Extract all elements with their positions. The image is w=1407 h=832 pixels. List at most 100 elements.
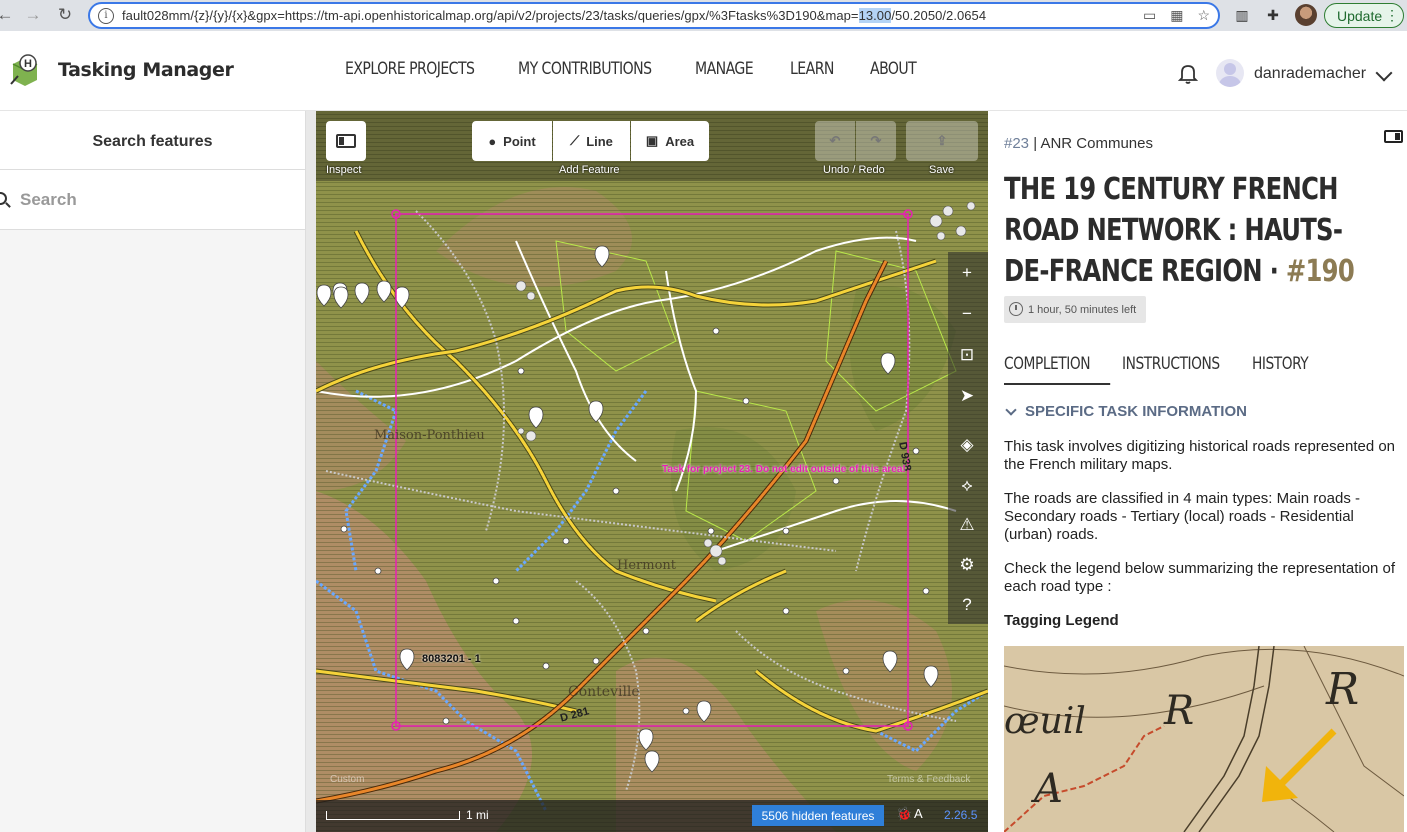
app-header: H Tasking Manager EXPLORE PROJECTS MY CO…	[0, 31, 1407, 111]
area-icon: ▣	[645, 133, 659, 148]
search-input[interactable]: Search	[20, 190, 77, 210]
save-button[interactable]: ⇪	[906, 121, 978, 161]
inspect-label: Inspect	[326, 164, 362, 176]
tab-history[interactable]: HISTORY	[1252, 354, 1309, 385]
specific-task-info-toggle[interactable]: SPECIFIC TASK INFORMATION	[1004, 403, 1247, 420]
clock-icon	[1009, 302, 1023, 316]
terms-feedback-link[interactable]: Terms & Feedback	[887, 774, 970, 785]
add-line-button[interactable]: ⟋ Line	[553, 121, 630, 161]
issues-icon[interactable]: ⚠	[956, 514, 978, 536]
tab-instructions[interactable]: INSTRUCTIONS	[1122, 354, 1239, 385]
add-feature-label: Add Feature	[559, 164, 620, 176]
nav-manage[interactable]: MANAGE	[695, 59, 754, 79]
geolocate-icon[interactable]: ➤	[956, 385, 978, 407]
translate-icon[interactable]: A	[914, 806, 923, 821]
save-label: Save	[929, 164, 955, 176]
inspect-button[interactable]	[326, 121, 366, 161]
map-controls: + − ⊡ ➤ ◈ ⟡ ⚠ ⚙ ?	[948, 252, 988, 624]
help-icon[interactable]: ?	[956, 594, 978, 616]
feature-tag[interactable]: 8083201 - 1	[422, 653, 481, 665]
point-icon: ●	[488, 133, 497, 149]
tagging-legend-image: œuil R R A	[1004, 646, 1404, 832]
upload-icon: ⇪	[936, 133, 948, 148]
brand-name[interactable]: Tasking Manager	[58, 59, 234, 81]
nav-my-contributions[interactable]: MY CONTRIBUTIONS	[518, 59, 652, 79]
svg-text:H: H	[24, 58, 32, 70]
bookmark-star-icon[interactable]: ☆	[1197, 7, 1210, 24]
qr-icon[interactable]: ▦	[1170, 7, 1183, 24]
nav-about[interactable]: ABOUT	[870, 59, 917, 79]
attribution-custom[interactable]: Custom	[330, 774, 364, 785]
extension-icon[interactable]: ▥	[1232, 5, 1252, 25]
url-text[interactable]: fault028mm/{z}/{y}/{x}&gpx=https://tm-ap…	[122, 8, 986, 23]
instructions-paragraph: The roads are classified in 4 main types…	[1004, 490, 1360, 543]
search-icon	[0, 192, 7, 205]
place-label: Conteville	[568, 684, 640, 700]
search-panel-title: Search features	[0, 111, 305, 170]
undo-redo-label: Undo / Redo	[823, 164, 885, 176]
undo-button[interactable]: ↶	[815, 121, 855, 161]
project-id-link[interactable]: #23	[1004, 135, 1029, 152]
forward-icon[interactable]: →	[20, 2, 46, 28]
add-area-button[interactable]: ▣ Area	[631, 121, 709, 161]
place-label: Hermont	[617, 558, 676, 573]
scale-label: 1 mi	[466, 808, 489, 822]
legend-label: A	[1034, 766, 1063, 812]
user-avatar[interactable]	[1216, 59, 1244, 87]
line-icon: ⟋	[570, 133, 580, 148]
instructions-paragraph: This task involves digitizing historical…	[1004, 438, 1396, 473]
zoom-out-icon[interactable]: −	[956, 303, 978, 325]
legend-label: œuil	[1004, 701, 1086, 742]
preferences-icon[interactable]: ⚙	[956, 554, 978, 576]
legend-title: Tagging Legend	[1004, 612, 1119, 629]
hidden-features-badge[interactable]: 5506 hidden features	[752, 805, 884, 826]
address-bar[interactable]: i fault028mm/{z}/{y}/{x}&gpx=https://tm-…	[88, 2, 1220, 29]
puzzle-icon[interactable]: ✚	[1263, 5, 1283, 25]
feature-search-panel: Search features Search	[0, 111, 316, 832]
sidebar-toggle-icon	[336, 134, 356, 148]
time-left-badge: 1 hour, 50 minutes left	[1004, 296, 1146, 323]
nav-learn[interactable]: LEARN	[790, 59, 834, 79]
legend-label: R	[1164, 688, 1195, 734]
zoom-in-icon[interactable]: +	[956, 262, 978, 284]
instructions-paragraph: Check the legend below summarizing the r…	[1004, 560, 1396, 595]
task-number: #190	[1285, 254, 1355, 289]
legend-label: R	[1326, 664, 1360, 715]
task-title: THE 19 CENTURY FRENCH ROAD NETWORK : HAU…	[1004, 169, 1360, 292]
bug-report-icon[interactable]: 🐞	[896, 806, 912, 822]
tab-completion[interactable]: COMPLETION	[1004, 354, 1111, 385]
background-layers-icon[interactable]: ◈	[956, 434, 978, 456]
project-line: #23 | ANR Communes	[1004, 135, 1153, 152]
map-editor[interactable]: Conteville Hermont Maison-Ponthieu D 281…	[316, 111, 988, 832]
redo-button[interactable]: ↷	[856, 121, 896, 161]
site-info-icon[interactable]: i	[98, 7, 114, 24]
username[interactable]: danrademacher	[1254, 65, 1366, 83]
search-feature-box[interactable]: Search	[0, 170, 305, 230]
redo-icon: ↷	[870, 133, 882, 148]
user-menu-chevron-icon[interactable]	[1375, 64, 1393, 82]
panel-toggle-icon[interactable]	[1384, 130, 1403, 143]
nav-explore-projects[interactable]: EXPLORE PROJECTS	[345, 59, 475, 79]
back-icon[interactable]: ←	[0, 2, 18, 28]
add-point-button[interactable]: ● Point	[472, 121, 552, 161]
undo-icon: ↶	[829, 133, 841, 148]
task-panel: #23 | ANR Communes THE 19 CENTURY FRENCH…	[988, 111, 1407, 832]
version-label[interactable]: 2.26.5	[944, 808, 977, 822]
project-name: ANR Communes	[1040, 135, 1153, 152]
place-label: Maison-Ponthieu	[374, 428, 485, 443]
reload-icon[interactable]: ↻	[52, 2, 78, 28]
map-data-icon[interactable]: ⟡	[956, 475, 978, 497]
profile-avatar[interactable]	[1295, 4, 1317, 26]
browser-toolbar: ← → ↻ i fault028mm/{z}/{y}/{x}&gpx=https…	[0, 0, 1407, 31]
panel-resizer[interactable]	[305, 111, 316, 832]
scale-bar[interactable]	[326, 811, 460, 820]
notification-bell-icon[interactable]	[1178, 63, 1198, 85]
task-tabs: COMPLETION INSTRUCTIONS HISTORY	[1004, 354, 1314, 385]
update-button[interactable]: Update ⋮	[1324, 3, 1404, 28]
chevron-down-icon	[1005, 403, 1017, 416]
tasking-manager-logo[interactable]: H	[8, 54, 42, 88]
menu-dots-icon[interactable]: ⋮	[1385, 7, 1399, 24]
zoom-to-selection-icon[interactable]: ⊡	[956, 344, 978, 366]
task-boundary-label: Task for project 23. Do not edit outside…	[662, 464, 906, 475]
cast-icon[interactable]: ▭	[1143, 7, 1156, 24]
